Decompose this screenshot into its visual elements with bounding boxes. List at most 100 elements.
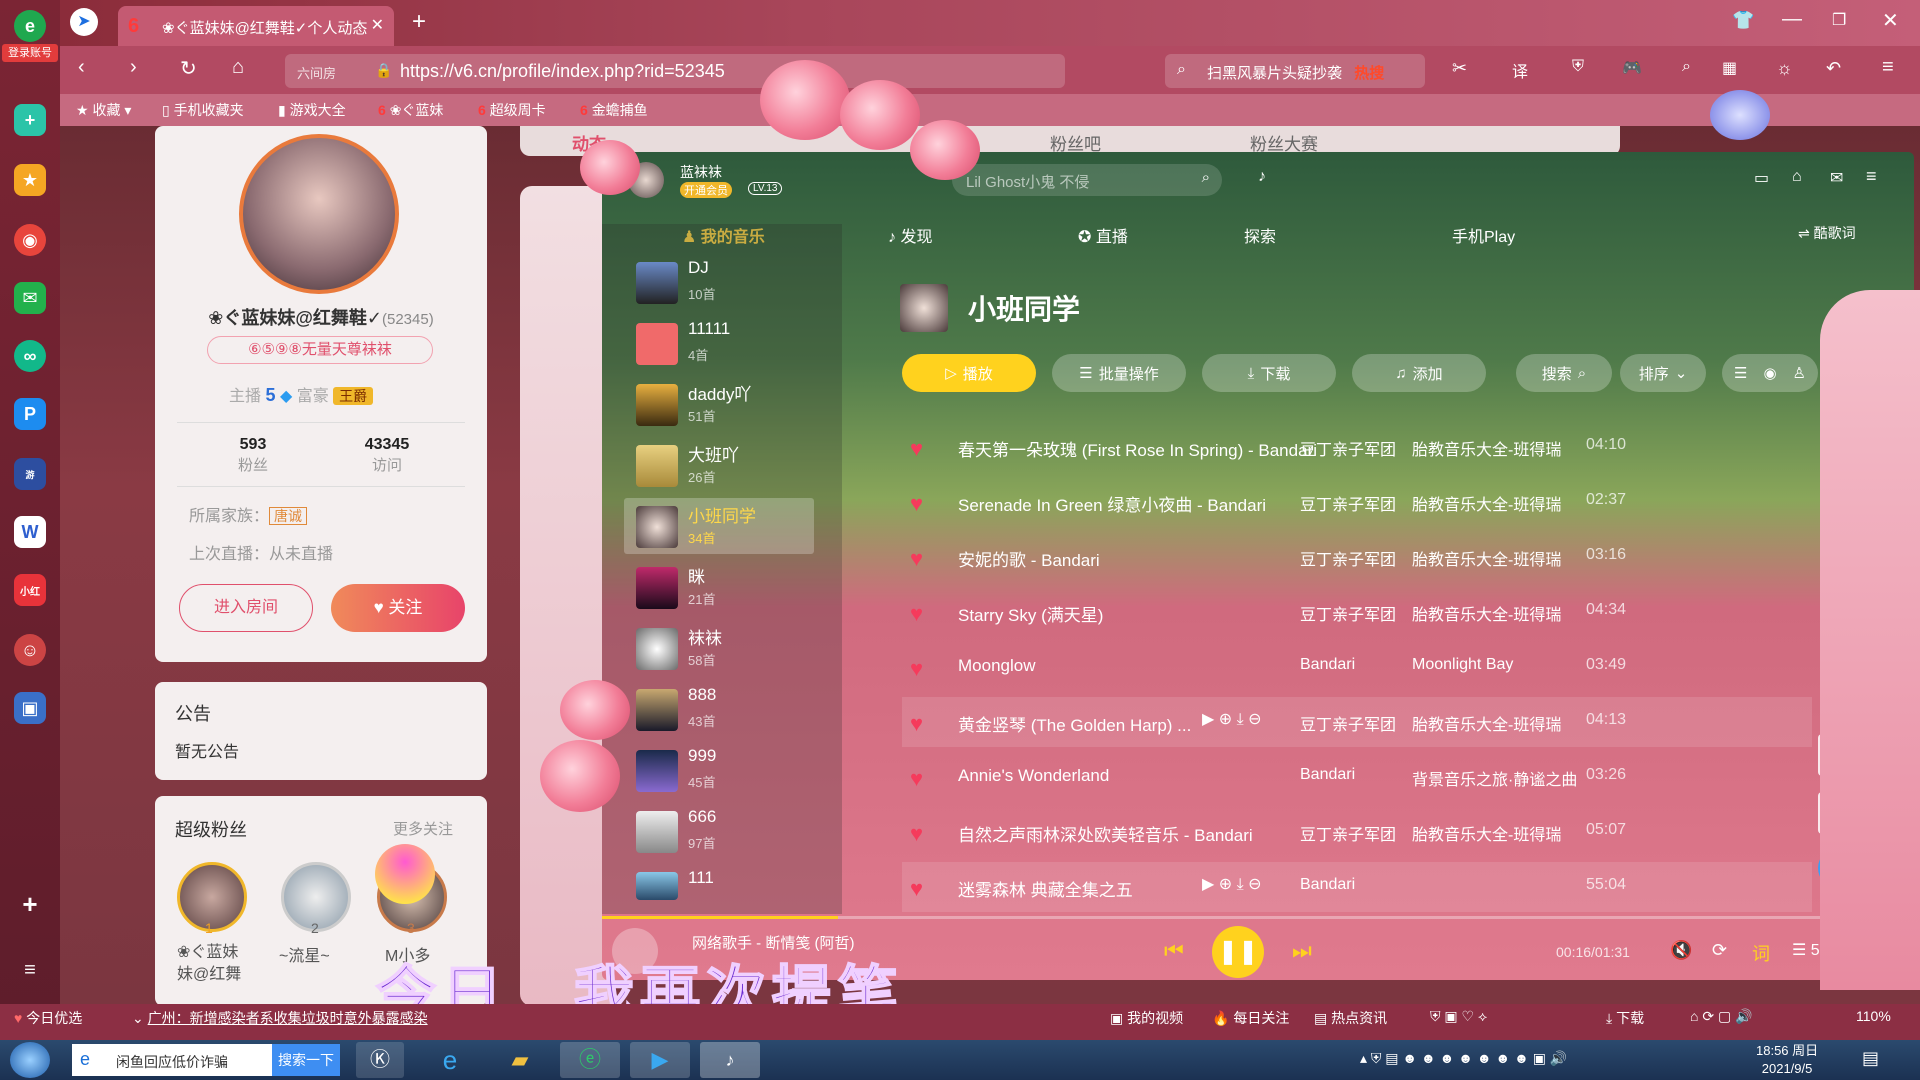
playlist-item[interactable]: 袜袜 58首 [624,620,814,676]
browser-search-input[interactable]: ⌕ 扫黑风暴片头疑抄袭 热搜 [1165,54,1425,88]
song-album[interactable]: 胎教音乐大全-班得瑞 [1412,491,1561,515]
nav-live[interactable]: ✪ 直播 [1078,223,1128,247]
more-follow-link[interactable]: 更多关注 [393,818,453,839]
heart-icon[interactable]: ♥ [910,546,923,572]
queue-button[interactable]: ☰ 5 [1792,940,1820,960]
gamepad-icon[interactable]: 🎮 [1622,58,1642,78]
vip-badge[interactable]: 开通会员 [680,182,732,198]
song-artist[interactable]: Bandari [1300,876,1355,894]
music-app-icon[interactable]: ♪ [700,1042,760,1078]
song-row[interactable]: ♥ Annie's Wonderland Bandari 背景音乐之旅·静谧之曲 03:… [902,752,1812,802]
close-window-icon[interactable]: ✕ [1882,8,1899,33]
bookmark-item[interactable]: ▯ 手机收藏夹 [162,100,244,120]
playlist-item[interactable]: 888 43首 [624,681,814,737]
row-actions[interactable]: ▶ ⊕ ⤓ ⊖ [1202,709,1262,729]
back-icon[interactable]: ‹ [78,56,85,79]
user-icon[interactable]: ♙ [1793,364,1806,382]
song-artist[interactable]: 豆丁亲子军团 [1300,436,1396,460]
batch-button[interactable]: ☰ 批量操作 [1052,354,1186,392]
plus-circle-icon[interactable]: + [14,104,46,136]
menu-icon[interactable]: ≡ [1866,166,1877,187]
browser-taskbar-icon[interactable]: ⓔ [560,1042,620,1078]
zoom-icon[interactable]: ⌕ [1682,58,1691,76]
playlist-item[interactable]: 11111 4首 [624,315,814,371]
search-icon[interactable]: ⌕ [1202,169,1210,186]
clock[interactable]: 18:56 周日 2021/9/5 [1756,1042,1818,1078]
song-album[interactable]: 背景音乐之旅·静谧之曲 [1412,766,1577,790]
player-search-input[interactable]: Lil Ghost小鬼 不侵 ⌕ [952,164,1222,196]
heart-icon[interactable]: ♥ [910,436,923,462]
avatar-app-icon[interactable]: ☺ [14,634,46,666]
song-row[interactable]: ♥ Moonglow Bandari Moonlight Bay 03:49 [902,642,1812,692]
p-app-icon[interactable]: P [14,398,46,430]
song-row[interactable]: ♥ 自然之声雨林深处欧美轻音乐 - Bandari 豆丁亲子军团 胎教音乐大全-班得瑞… [902,807,1812,857]
refresh-icon[interactable]: ↻ [180,56,197,81]
skin-icon[interactable]: ⌂ [1792,168,1802,186]
menu-icon[interactable]: ≡ [14,954,46,986]
mute-icon[interactable]: 🔇 [1670,940,1692,961]
notification-icon[interactable]: ▤ [1862,1048,1879,1069]
song-row[interactable]: ♥ 安妮的歌 - Bandari 豆丁亲子军团 胎教音乐大全-班得瑞 03:16 [902,532,1812,582]
new-tab-icon[interactable]: + [412,8,426,36]
follow-button[interactable]: ♥ 关注 [331,584,465,632]
home-icon[interactable]: ⌂ [232,56,244,79]
folder-icon[interactable]: ▰ [496,1042,544,1078]
screen-icon[interactable]: ▭ [1754,168,1769,188]
playlist-item[interactable]: 111 [624,864,814,900]
previous-icon[interactable]: ⏮ [1164,938,1184,964]
restore-icon[interactable]: ❐ [1832,10,1846,30]
add-icon[interactable]: + [14,888,46,920]
playlist-search-button[interactable]: 搜索 ⌕ [1516,354,1612,392]
status-my-video[interactable]: ▣ 我的视频 [1110,1008,1183,1028]
song-row[interactable]: ♥ Starry Sky (满天星) 豆丁亲子军团 胎教音乐大全-班得瑞 04:34 [902,587,1812,637]
playlist-item[interactable]: 大班吖 26首 [624,437,814,493]
skin-icon[interactable]: 👕 [1732,10,1754,31]
nav-discover[interactable]: ♪ 发现 [888,223,932,247]
song-artist[interactable]: 豆丁亲子军团 [1300,491,1396,515]
brightness-icon[interactable]: ☼ [1776,58,1793,79]
shield-icon[interactable]: ⛨ [1572,58,1584,76]
fans-stat[interactable]: 593 粉丝 [225,436,281,475]
nav-mobile-play[interactable]: 手机Play [1452,223,1515,247]
link-icon[interactable]: ∞ [14,340,46,372]
heart-icon[interactable]: ♥ [910,821,923,847]
playlist-item[interactable]: daddy吖 51首 [624,376,814,432]
list-view-icon[interactable]: ☰ [1734,364,1747,382]
news-ticker[interactable]: ⌄ 广州：新增感染者系收集垃圾时意外暴露感染 [132,1008,428,1028]
bookmark-item[interactable]: ▮ 游戏大全 [278,100,346,120]
progress-track[interactable] [602,916,1914,919]
pause-button[interactable]: ❚❚ [1212,926,1264,978]
song-album[interactable]: 胎教音乐大全-班得瑞 [1412,711,1561,735]
song-row[interactable]: ♥ Serenade In Green 绿意小夜曲 - Bandari 豆丁亲子军团… [902,477,1812,527]
login-button[interactable]: 登录账号 [2,44,58,62]
family-badge[interactable]: 唐诚 [269,507,308,525]
scissors-icon[interactable]: ✂ [1452,58,1467,79]
song-row[interactable]: ♥ 春天第一朵玫瑰 (First Rose In Spring) - Bandar… [902,422,1812,472]
news-label[interactable]: ♥ 今日优选 [14,1008,82,1028]
taskbar-search-button[interactable]: 搜索一下 [272,1044,340,1076]
game-icon[interactable]: 游 [14,458,46,490]
status-tools-2[interactable]: ⌂ ⟳ ▢ 🔊 [1690,1008,1753,1025]
repeat-icon[interactable]: ⟳ [1712,940,1727,961]
playlist-item[interactable]: 眯 21首 [624,559,814,615]
ie-taskbar-icon[interactable]: e [426,1042,474,1078]
mail-icon[interactable]: ✉ [1830,168,1843,188]
playlist-item[interactable]: 999 45首 [624,742,814,798]
star-icon[interactable]: ★ [14,164,46,196]
song-artist[interactable]: Bandari [1300,656,1355,674]
system-tray[interactable]: ▴ ⛨ ▤ ☻ ☻ ☻ ☻ ☻ ☻ ☻ ▣ 🔊 [1360,1050,1567,1067]
undo-icon[interactable]: ↶ [1826,58,1841,79]
mic-icon[interactable]: ♪ [1258,168,1266,186]
song-artist[interactable]: 豆丁亲子军团 [1300,821,1396,845]
start-button[interactable] [10,1042,50,1078]
forward-icon[interactable]: › [130,56,137,79]
photo-icon[interactable]: ▣ [14,692,46,724]
bookmark-item[interactable]: 6 金蟾捕鱼 [580,100,648,120]
download-button[interactable]: ⤓ 下载 [1202,354,1336,392]
document-icon[interactable]: W [14,516,46,548]
url-input[interactable]: 六间房 🔒 https://v6.cn/profile/index.php?ri… [285,54,1065,88]
row-actions[interactable]: ▶ ⊕ ⤓ ⊖ [1202,874,1262,894]
sort-button[interactable]: 排序 ⌄ [1620,354,1706,392]
player-username[interactable]: 蓝袜袜 [680,162,722,182]
view-toggle[interactable]: ☰ ◉ ♙ [1722,354,1818,392]
